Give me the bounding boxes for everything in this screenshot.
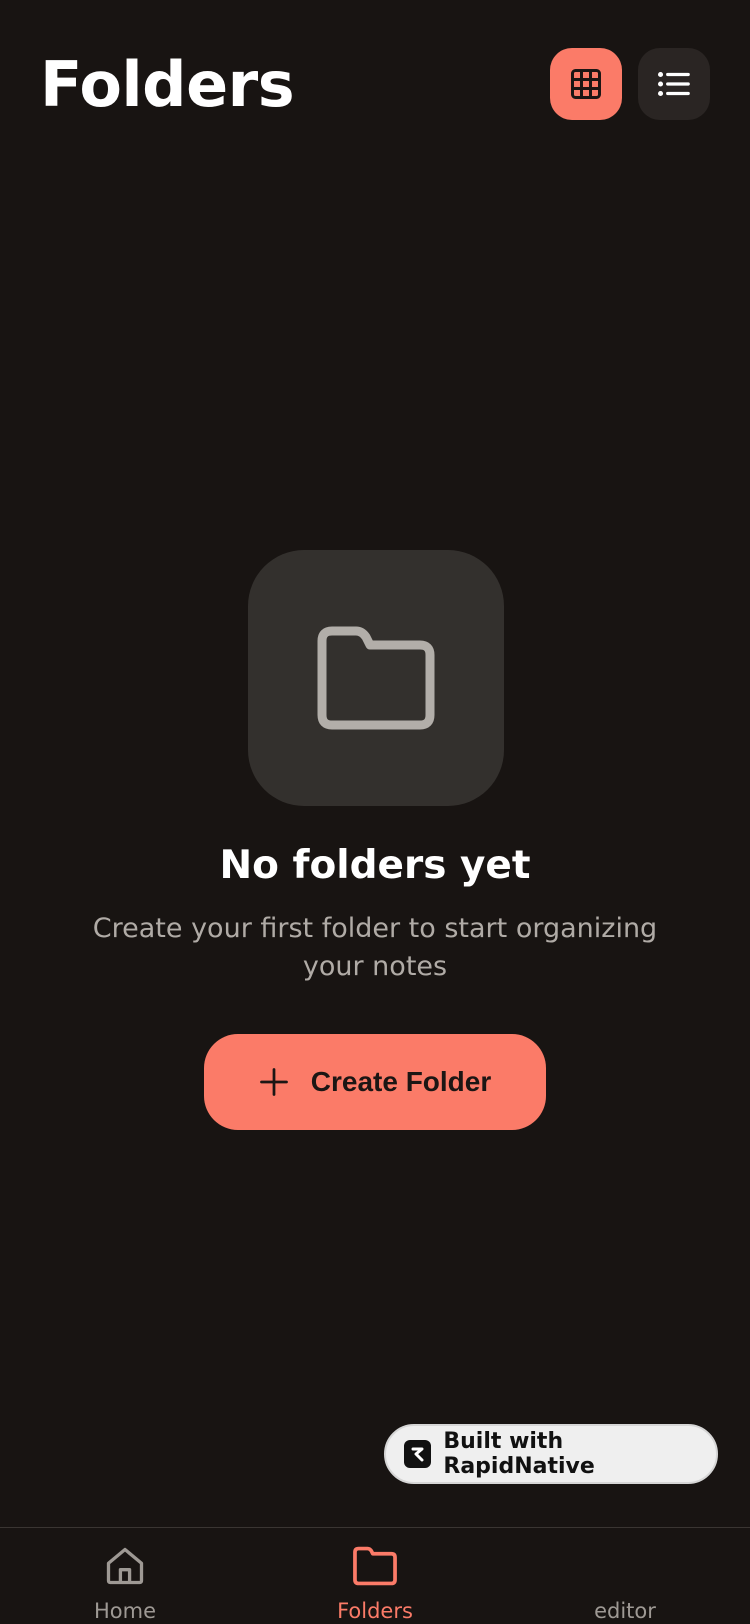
create-folder-label: Create Folder [310,1066,492,1097]
tab-home[interactable]: Home [0,1528,250,1624]
home-icon [103,1544,147,1588]
plus-icon [259,1068,288,1096]
create-folder-button[interactable]: Create Folder [204,1034,546,1130]
empty-state-subtitle: Create your first folder to start organi… [92,913,658,982]
tab-folders-label: Folders [337,1599,413,1623]
grid-icon [571,69,601,99]
built-with-label: Built with RapidNative [443,1429,595,1479]
page-title: Folders [40,48,295,121]
tab-editor-label: editor [594,1599,656,1623]
grid-view-button[interactable] [550,48,622,120]
list-view-button[interactable] [638,48,710,120]
tab-editor[interactable]: editor [500,1528,750,1624]
bottom-tab-bar: Home Folders editor [0,1527,750,1624]
tab-home-label: Home [93,1599,156,1623]
rapidnative-logo-icon [404,1440,432,1468]
folders-screen: Folders No folders yet Create your first… [0,0,750,1624]
empty-state-icon-box [248,550,504,806]
folder-icon [352,1544,398,1588]
tab-folders[interactable]: Folders [250,1528,500,1624]
list-icon [658,71,690,97]
empty-state-title: No folders yet [219,843,531,888]
folder-icon [317,626,435,730]
built-with-badge[interactable]: Built with RapidNative [384,1424,718,1484]
